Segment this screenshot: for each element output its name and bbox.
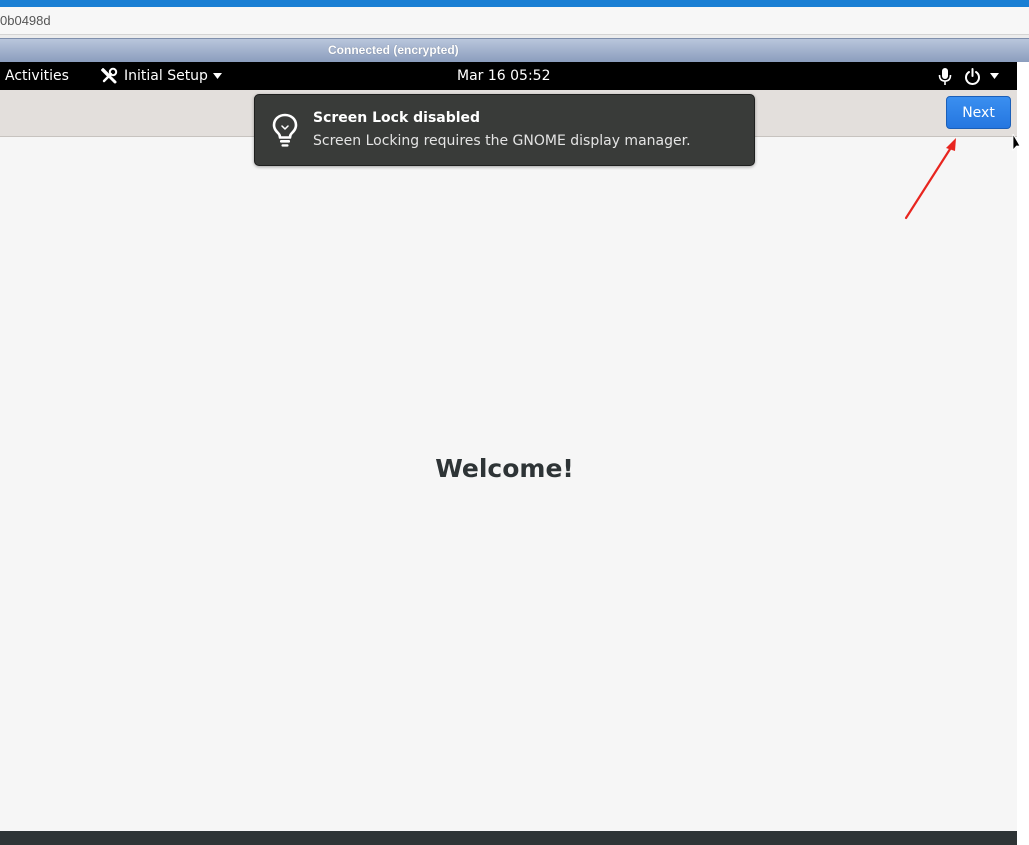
app-menu-label: Initial Setup [124,68,208,84]
connection-status-bar: Connected (encrypted) [0,38,1029,62]
connection-status-text: Connected (encrypted) [328,43,459,57]
screen: 0b0498d Connected (encrypted) Activities… [0,0,1029,845]
clock[interactable]: Mar 16 05:52 [457,68,550,84]
notification-title: Screen Lock disabled [313,110,481,126]
chevron-down-icon [990,73,999,79]
power-icon [965,67,980,85]
system-tray[interactable] [938,67,999,85]
chevron-down-icon [212,73,222,79]
tools-icon [101,67,118,84]
browser-accent-bar [0,0,1029,7]
viewer-right-margin [1017,62,1029,845]
screen-lock-notification[interactable]: Screen Lock disabled Screen Locking requ… [254,94,755,166]
welcome-heading: Welcome! [435,454,574,483]
microphone-icon [938,67,952,85]
next-button[interactable]: Next [946,96,1011,129]
url-bar[interactable]: 0b0498d [0,7,1029,35]
activities-button[interactable]: Activities [5,68,69,84]
mouse-cursor-icon [1012,134,1021,152]
lightbulb-icon [272,113,298,147]
notification-body: Screen Locking requires the GNOME displa… [313,133,691,149]
initial-setup-window: Next Welcome! [0,90,1017,831]
url-text: 0b0498d [0,13,51,28]
app-menu-button[interactable]: Initial Setup [100,66,222,86]
gnome-top-bar: Activities Initial Setup Mar 16 05:52 [0,62,1017,90]
